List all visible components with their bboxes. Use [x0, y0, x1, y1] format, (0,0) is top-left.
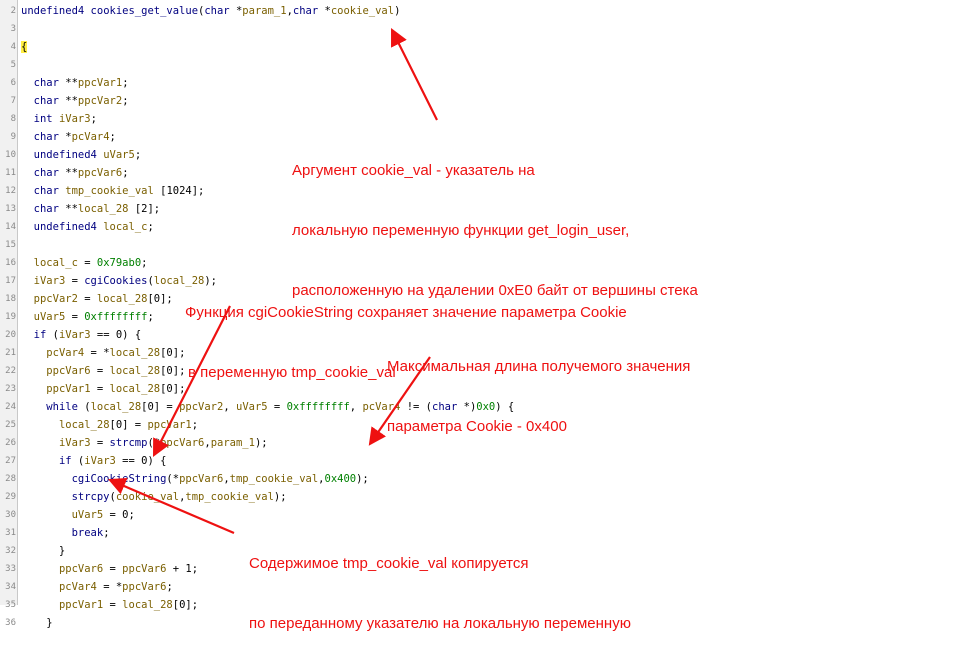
annotation-text-line: Максимальная длина получемого значения	[387, 358, 691, 375]
arrow-to-strcpy-call	[107, 477, 235, 535]
annotation-text-line: локальную переменную функции get_login_u…	[292, 222, 630, 239]
arrow-to-cookie-val-param	[391, 28, 438, 121]
annotation-strcpy-copy: Содержимое tmp_cookie_val копируется по …	[249, 514, 631, 654]
annotation-text-line: параметра Cookie - 0x400	[387, 418, 567, 435]
code-line[interactable]: }	[21, 614, 53, 632]
annotation-text-line: по переданному указателю на локальную пе…	[249, 615, 631, 632]
line-number: 36	[5, 618, 16, 628]
code-token: }	[21, 617, 53, 629]
annotation-text-line: Содержимое tmp_cookie_val копируется	[249, 555, 529, 572]
annotation-max-length: Максимальная длина получемого значения п…	[387, 317, 690, 457]
annotation-text-line: Аргумент cookie_val - указатель на	[292, 162, 535, 179]
